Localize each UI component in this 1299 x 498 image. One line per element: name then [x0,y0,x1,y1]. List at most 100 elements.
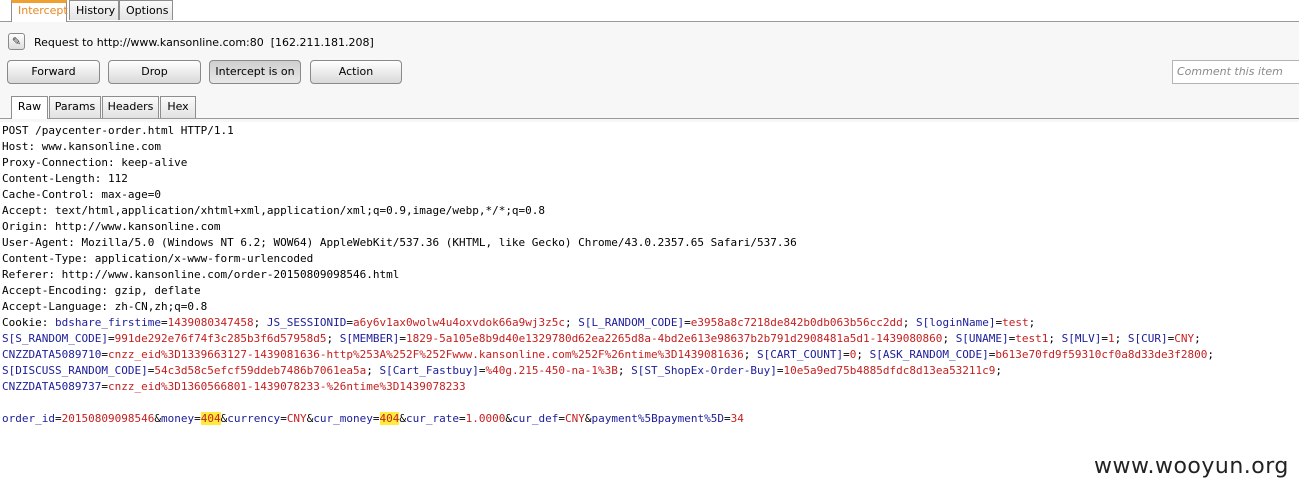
param-name: cur_rate [406,412,460,425]
highlighted-value: 404 [379,412,400,425]
param-value: CNY [286,412,307,425]
cookie-line: S[DISCUSS_RANDOM_CODE] = 54c3d58c5efcf59dd… [2,363,1002,379]
top-tab-bar: Intercept History Options [0,0,1299,22]
param-value: 1 [1108,332,1115,345]
separator: = [107,332,115,345]
header-line: Host: www.kansonline.com [2,140,161,153]
tab-raw[interactable]: Raw [11,96,48,119]
header-line: Accept-Encoding: gzip, deflate [2,284,201,297]
header-line: POST /paycenter-order.html HTTP/1.1 [2,124,234,137]
forward-button[interactable]: Forward [7,60,100,84]
header-line: Accept: text/html,application/xhtml+xml,… [2,204,546,217]
param-name: S[CUR] [1127,332,1168,345]
watermark: www.wooyun.org [1094,454,1289,479]
param-value: 34 [730,412,744,425]
param-name: cur_money [313,412,373,425]
header-line: Proxy-Connection: keep-alive [2,156,188,169]
separator: ; [366,364,380,377]
message-view-tabs: Raw Params Headers Hex [0,94,1299,119]
intercept-toggle-button[interactable]: Intercept is on [209,60,301,84]
tab-params[interactable]: Params [49,96,101,118]
separator: = [399,332,406,345]
highlighted-value: 404 [200,412,221,425]
request-info: Request to http://www.kansonline.com:80 … [34,36,374,49]
separator: Cookie: [2,316,55,329]
separator: = [843,348,850,361]
separator: ; [942,332,956,345]
header-line: Content-Length: 112 [2,172,128,185]
separator: = [101,348,108,361]
cookie-line: S[S_RANDOM_CODE]=991de292e76f74f3c285b3f… [2,331,1201,347]
param-value: 10e5a9ed75b4885dfdc8d13ea53211c9 [783,364,996,377]
param-name: S[ASK_RANDOM_CODE] [869,348,989,361]
separator: = [160,316,168,329]
separator: ; [856,348,870,361]
cookie-line: CNZZDATA5089710=cnzz_eid%3D1339663127-14… [2,347,1214,363]
param-name: S[DISCUSS_RANDOM_CODE] [2,364,148,377]
param-name: S[MLV] [1061,332,1102,345]
separator: ; [326,332,340,345]
param-value: 54c3d58c5efcf59ddeb7486b7061ea5a [154,364,367,377]
param-name: JS_SESSIONID [266,316,347,329]
param-value: %40g.215-450-na-1%3B [485,364,618,377]
param-value: cnzz_eid%3D1360566801-1439078233-%26ntim… [107,380,466,393]
separator: ; [995,364,1003,377]
separator: ; [902,316,916,329]
comment-input[interactable]: Comment this item [1172,60,1299,84]
separator: = [194,412,201,425]
param-value: b613e70fd9f59310cf0a8d33de3f2800 [995,348,1208,361]
param-value: 1439080347458 [167,316,254,329]
header-line: Content-Type: application/x-www-form-url… [2,252,314,265]
header-line: Cache-Control: max-age=0 [2,188,161,201]
intercept-panel: ✎ Request to http://www.kansonline.com:8… [0,22,1299,122]
separator: = [372,412,380,425]
pencil-icon[interactable]: ✎ [8,33,25,50]
param-value: CNY [1174,332,1195,345]
separator: ; [617,364,632,377]
separator: ; [1048,332,1062,345]
param-value: 991de292e76f74f3c285b3f6d57958d5 [114,332,327,345]
tab-intercept[interactable]: Intercept [11,0,68,22]
separator: = [101,380,108,393]
param-name: order_id [2,412,55,425]
param-name: S[S_RANDOM_CODE] [2,332,108,345]
separator: = [684,316,691,329]
raw-request-editor[interactable]: POST /paycenter-order.html HTTP/1.1 Host:… [0,123,1299,498]
separator: ; [564,316,579,329]
param-value: cnzz_eid%3D1339663127-1439081636-http%25… [107,348,744,361]
tab-options[interactable]: Options [119,0,173,20]
separator: ; [1028,316,1036,329]
action-button[interactable]: Action [310,60,402,84]
param-name: currency [227,412,281,425]
param-name: S[ST_ShopEx-Order-Buy] [631,364,777,377]
param-value: 20150809098546 [61,412,155,425]
cookie-line: Cookie: bdshare_firstime=1439080347458; … [2,315,1035,331]
separator: ; [1114,332,1128,345]
param-value: 1.0000 [465,412,506,425]
param-name: S[UNAME] [955,332,1009,345]
param-name: S[Cart_Fastbuy] [379,364,479,377]
separator: = [776,364,784,377]
tab-headers[interactable]: Headers [102,96,159,118]
request-ip: [162.211.181.208] [270,36,374,49]
param-name: bdshare_firstime [54,316,161,329]
param-value: test1 [1015,332,1049,345]
request-target: Request to http://www.kansonline.com:80 [34,36,264,49]
separator: = [459,412,466,425]
param-value: a6y6v1ax0wolw4u4oxvdok66a9wj3z5c [353,316,565,329]
cookie-line: CNZZDATA5089737=cnzz_eid%3D1360566801-14… [2,379,466,395]
param-name: cur_def [512,412,559,425]
separator: & [154,412,161,425]
drop-button[interactable]: Drop [108,60,201,84]
separator: = [54,412,62,425]
header-line: Origin: http://www.kansonline.com [2,220,221,233]
param-value: 1829-5a105e8b9d40e1329780d62ea2265d8a-4b… [406,332,943,345]
header-line: Referer: http://www.kansonline.com/order… [2,268,400,281]
separator: ; [1194,332,1201,345]
param-value: e3958a8c7218de842b0db063b56cc2dd [690,316,903,329]
tab-history[interactable]: History [69,0,119,20]
header-line: User-Agent: Mozilla/5.0 (Windows NT 6.2;… [2,236,797,249]
tab-hex[interactable]: Hex [160,96,196,118]
separator: ; [253,316,267,329]
separator: & [584,412,592,425]
